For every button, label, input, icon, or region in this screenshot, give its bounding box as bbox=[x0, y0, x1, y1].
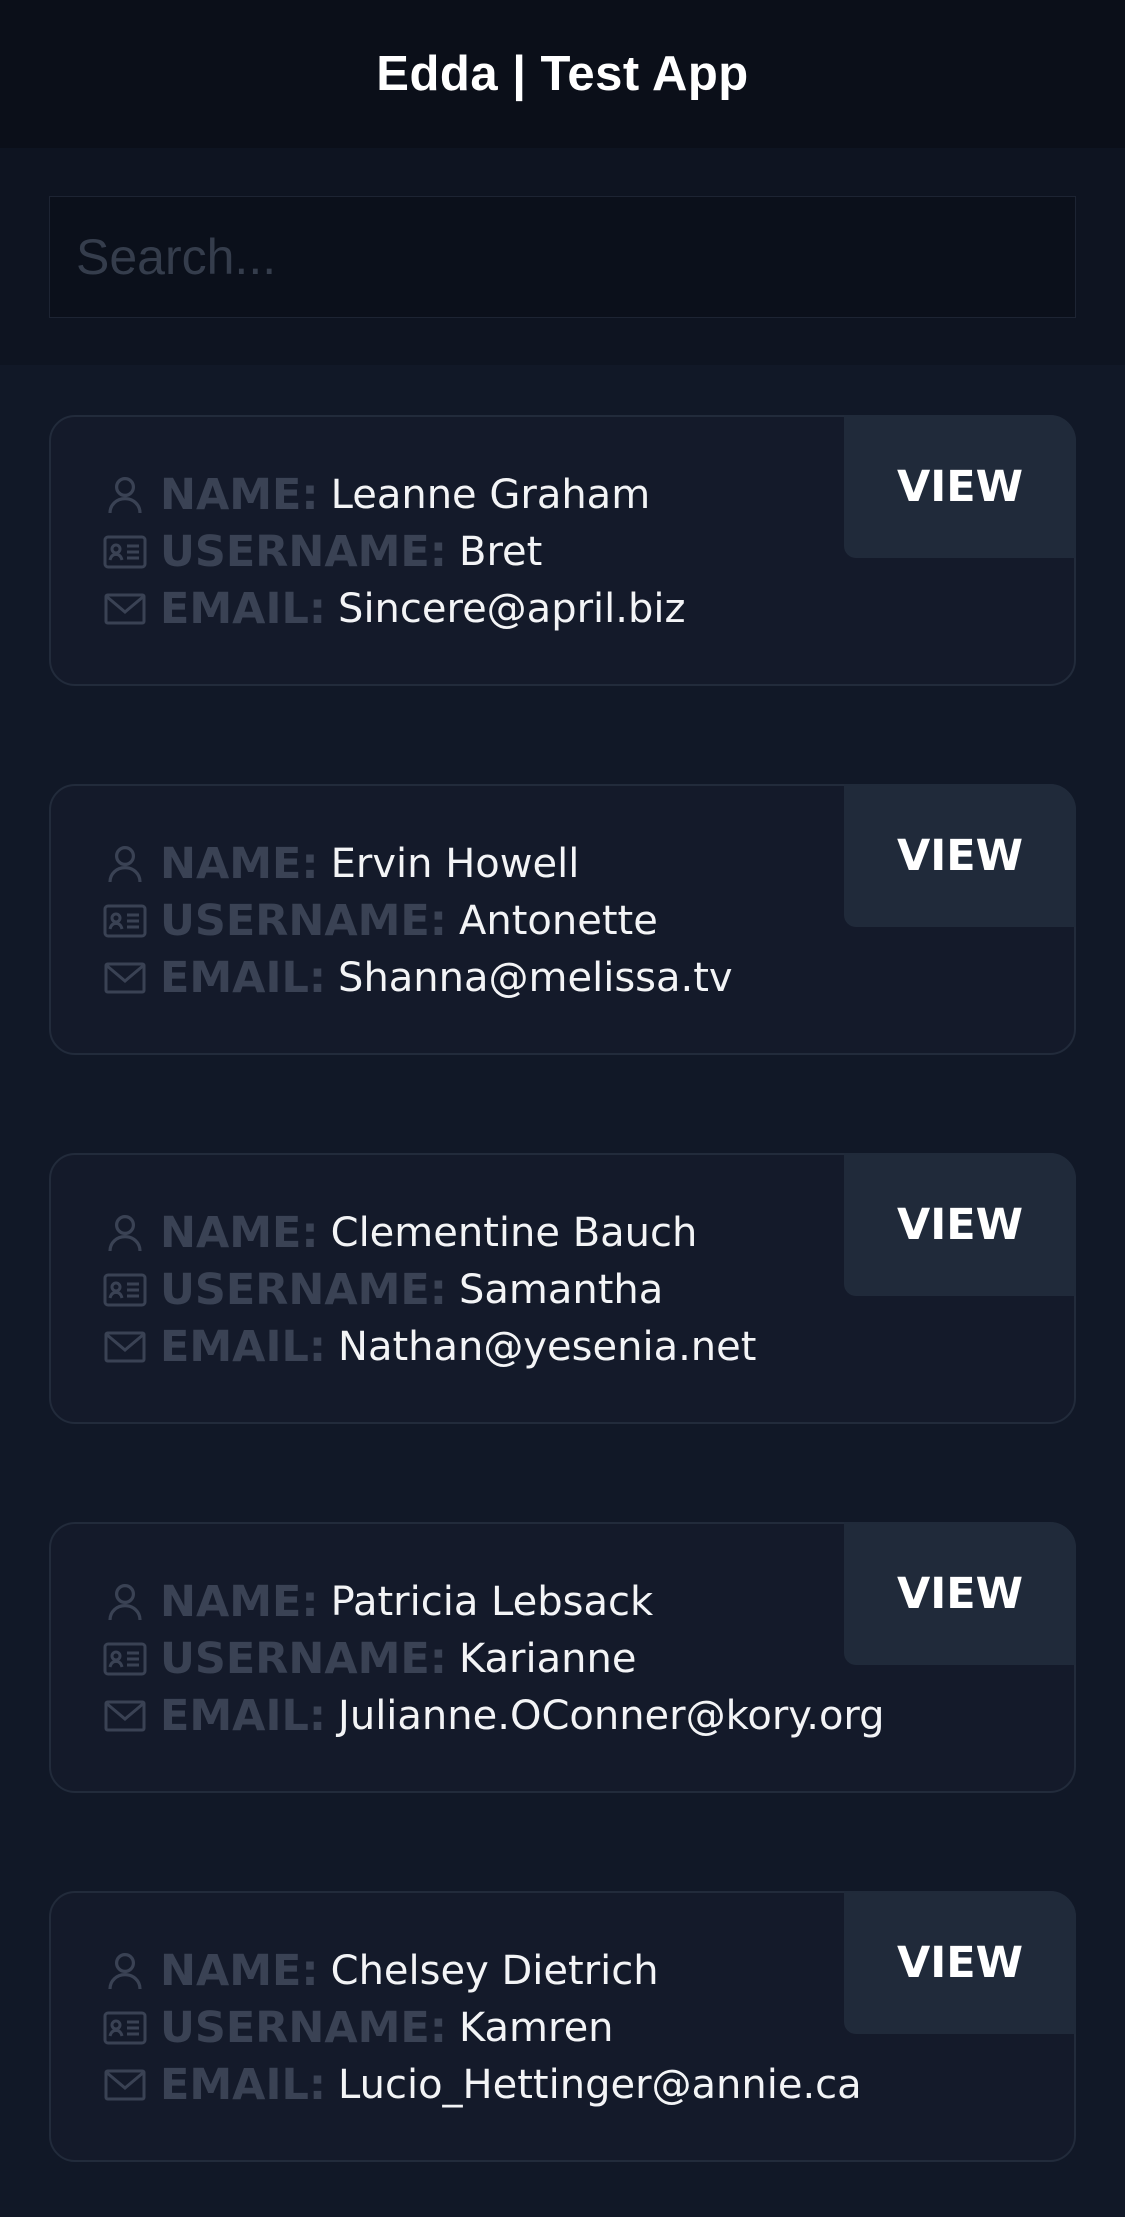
user-icon bbox=[100, 839, 150, 889]
email-value: Nathan@yesenia.net bbox=[338, 1323, 757, 1370]
id-card-icon bbox=[100, 1634, 150, 1684]
user-card: VIEW NAME: Ervin Howell USERNAME: Antone… bbox=[49, 784, 1076, 1055]
username-row: USERNAME: Samantha bbox=[100, 1261, 756, 1318]
name-row: NAME: Patricia Lebsack bbox=[100, 1573, 885, 1630]
username-label: USERNAME: bbox=[160, 1633, 447, 1684]
envelope-icon bbox=[100, 584, 150, 634]
view-button[interactable]: VIEW bbox=[844, 1891, 1076, 2034]
app-header: Edda | Test App bbox=[0, 0, 1125, 148]
name-label: NAME: bbox=[160, 469, 319, 520]
view-button[interactable]: VIEW bbox=[844, 784, 1076, 927]
email-value: Sincere@april.biz bbox=[338, 585, 686, 632]
email-row: EMAIL: Shanna@melissa.tv bbox=[100, 949, 733, 1006]
username-row: USERNAME: Bret bbox=[100, 523, 685, 580]
email-value: Julianne.OConner@kory.org bbox=[338, 1692, 885, 1739]
name-label: NAME: bbox=[160, 1945, 319, 1996]
username-value: Antonette bbox=[459, 897, 658, 944]
id-card-icon bbox=[100, 1265, 150, 1315]
name-row: NAME: Leanne Graham bbox=[100, 466, 685, 523]
name-row: NAME: Clementine Bauch bbox=[100, 1204, 756, 1261]
user-card: VIEW NAME: Clementine Bauch USERNAME: Sa… bbox=[49, 1153, 1076, 1424]
id-card-icon bbox=[100, 2003, 150, 2053]
email-value: Lucio_Hettinger@annie.ca bbox=[338, 2061, 862, 2108]
email-row: EMAIL: Sincere@april.biz bbox=[100, 580, 685, 637]
id-card-icon bbox=[100, 527, 150, 577]
name-value: Leanne Graham bbox=[330, 471, 651, 518]
email-value: Shanna@melissa.tv bbox=[338, 954, 733, 1001]
view-button[interactable]: VIEW bbox=[844, 415, 1076, 558]
email-row: EMAIL: Lucio_Hettinger@annie.ca bbox=[100, 2056, 862, 2113]
username-row: USERNAME: Antonette bbox=[100, 892, 733, 949]
envelope-icon bbox=[100, 1691, 150, 1741]
email-label: EMAIL: bbox=[160, 952, 327, 1003]
username-value: Bret bbox=[459, 528, 543, 575]
user-details: NAME: Leanne Graham USERNAME: Bret EMAIL… bbox=[100, 466, 685, 637]
email-label: EMAIL: bbox=[160, 2059, 327, 2110]
username-label: USERNAME: bbox=[160, 1264, 447, 1315]
user-card: VIEW NAME: Patricia Lebsack USERNAME: Ka… bbox=[49, 1522, 1076, 1793]
email-label: EMAIL: bbox=[160, 1690, 327, 1741]
username-row: USERNAME: Karianne bbox=[100, 1630, 885, 1687]
name-value: Ervin Howell bbox=[330, 840, 580, 887]
user-details: NAME: Clementine Bauch USERNAME: Samanth… bbox=[100, 1204, 756, 1375]
user-details: NAME: Chelsey Dietrich USERNAME: Kamren … bbox=[100, 1942, 862, 2113]
user-icon bbox=[100, 470, 150, 520]
name-value: Clementine Bauch bbox=[330, 1209, 698, 1256]
envelope-icon bbox=[100, 1322, 150, 1372]
name-label: NAME: bbox=[160, 838, 319, 889]
username-value: Karianne bbox=[459, 1635, 637, 1682]
app-title: Edda | Test App bbox=[376, 47, 749, 101]
name-label: NAME: bbox=[160, 1576, 319, 1627]
envelope-icon bbox=[100, 2060, 150, 2110]
name-value: Patricia Lebsack bbox=[330, 1578, 654, 1625]
user-icon bbox=[100, 1208, 150, 1258]
username-label: USERNAME: bbox=[160, 895, 447, 946]
username-row: USERNAME: Kamren bbox=[100, 1999, 862, 2056]
user-card: VIEW NAME: Chelsey Dietrich USERNAME: Ka… bbox=[49, 1891, 1076, 2162]
name-row: NAME: Ervin Howell bbox=[100, 835, 733, 892]
name-row: NAME: Chelsey Dietrich bbox=[100, 1942, 862, 1999]
user-icon bbox=[100, 1577, 150, 1627]
id-card-icon bbox=[100, 896, 150, 946]
email-row: EMAIL: Nathan@yesenia.net bbox=[100, 1318, 756, 1375]
username-value: Samantha bbox=[459, 1266, 664, 1313]
search-input[interactable] bbox=[49, 196, 1076, 318]
name-value: Chelsey Dietrich bbox=[330, 1947, 659, 1994]
user-details: NAME: Patricia Lebsack USERNAME: Kariann… bbox=[100, 1573, 885, 1744]
username-label: USERNAME: bbox=[160, 2002, 447, 2053]
email-row: EMAIL: Julianne.OConner@kory.org bbox=[100, 1687, 885, 1744]
search-bar bbox=[0, 148, 1125, 365]
username-value: Kamren bbox=[459, 2004, 614, 2051]
email-label: EMAIL: bbox=[160, 1321, 327, 1372]
view-button[interactable]: VIEW bbox=[844, 1153, 1076, 1296]
email-label: EMAIL: bbox=[160, 583, 327, 634]
user-details: NAME: Ervin Howell USERNAME: Antonette E… bbox=[100, 835, 733, 1006]
envelope-icon bbox=[100, 953, 150, 1003]
name-label: NAME: bbox=[160, 1207, 319, 1258]
user-icon bbox=[100, 1946, 150, 1996]
username-label: USERNAME: bbox=[160, 526, 447, 577]
user-card: VIEW NAME: Leanne Graham USERNAME: Bret bbox=[49, 415, 1076, 686]
user-list: VIEW NAME: Leanne Graham USERNAME: Bret bbox=[0, 365, 1125, 2162]
